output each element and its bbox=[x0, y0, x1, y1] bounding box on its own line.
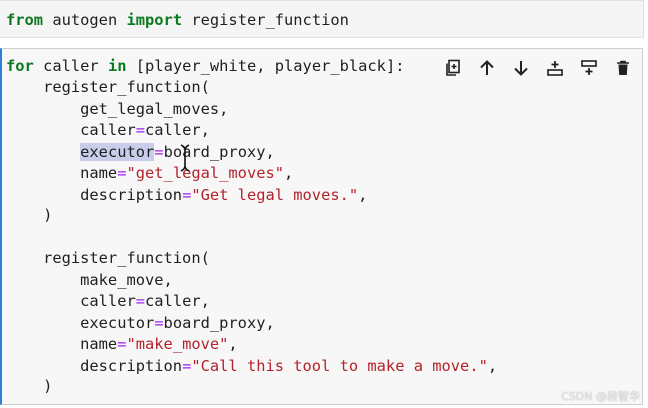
watermark: CSDN @段智华 bbox=[561, 390, 640, 403]
insert-below-button[interactable] bbox=[576, 55, 602, 81]
code-text: caller bbox=[6, 121, 136, 139]
string-literal: "Call this tool to make a move." bbox=[191, 357, 488, 375]
imported-name: register_function bbox=[182, 11, 349, 29]
operator: = bbox=[182, 186, 192, 204]
move-up-button[interactable] bbox=[474, 55, 500, 81]
code-text: caller bbox=[33, 57, 108, 75]
import-line: from autogen import register_function bbox=[6, 10, 349, 31]
import-cell[interactable]: from autogen import register_function bbox=[0, 0, 644, 38]
code-line-1: for caller in [player_white, player_blac… bbox=[6, 56, 404, 77]
insert-below-icon bbox=[581, 60, 597, 75]
keyword-for: for bbox=[6, 57, 34, 75]
keyword-from: from bbox=[6, 11, 44, 29]
insert-above-icon bbox=[547, 61, 563, 76]
code-text: caller, bbox=[145, 292, 210, 310]
code-text: , bbox=[228, 335, 238, 353]
string-literal: "make_move" bbox=[126, 335, 229, 353]
code-text: , bbox=[284, 164, 294, 182]
code-line-4: caller=caller, bbox=[6, 120, 210, 141]
code-line-12: caller=caller, bbox=[6, 291, 210, 312]
keyword-in: in bbox=[107, 57, 127, 75]
delete-cell-button[interactable] bbox=[610, 55, 636, 81]
code-line-5: executor=board_proxy, bbox=[6, 142, 275, 163]
duplicate-icon bbox=[446, 59, 460, 76]
keyword-import: import bbox=[126, 11, 183, 29]
code-text: caller bbox=[6, 292, 136, 310]
operator: = bbox=[182, 357, 192, 375]
operator: = bbox=[154, 314, 164, 332]
operator: = bbox=[154, 143, 164, 161]
code-text: , bbox=[358, 186, 368, 204]
code-text: name bbox=[6, 335, 118, 353]
code-text: description bbox=[6, 357, 183, 375]
operator: = bbox=[135, 121, 146, 139]
arrow-up-icon bbox=[480, 60, 494, 75]
selected-text: executor bbox=[80, 143, 155, 161]
code-line-7: description="Get legal moves.", bbox=[6, 185, 367, 206]
string-literal: "get_legal_moves" bbox=[126, 164, 285, 182]
code-line-3: get_legal_moves, bbox=[6, 100, 229, 118]
cell-toolbar bbox=[440, 55, 636, 81]
code-text: executor bbox=[6, 314, 155, 332]
code-line-13: executor=board_proxy, bbox=[6, 313, 275, 334]
code-line-16: ) bbox=[6, 377, 53, 395]
module-name: autogen bbox=[43, 11, 127, 29]
arrow-down-icon bbox=[514, 61, 528, 76]
duplicate-cell-button[interactable] bbox=[440, 55, 466, 81]
code-line-10: register_function( bbox=[6, 249, 210, 267]
code-text: , bbox=[487, 357, 498, 375]
code-line-11: make_move, bbox=[6, 271, 173, 289]
code-line-14: name="make_move", bbox=[6, 334, 238, 355]
move-down-button[interactable] bbox=[508, 55, 534, 81]
code-text: caller, bbox=[145, 121, 210, 139]
insert-above-button[interactable] bbox=[542, 55, 568, 81]
code-text: [player_white, player_black]: bbox=[126, 57, 405, 75]
operator: = bbox=[135, 292, 146, 310]
code-line-8: ) bbox=[6, 206, 53, 224]
code-text: board_proxy, bbox=[163, 314, 275, 332]
code-text: description bbox=[6, 186, 183, 204]
code-text: name bbox=[6, 164, 118, 182]
code-line-6: name="get_legal_moves", bbox=[6, 163, 293, 184]
string-literal: "Get legal moves." bbox=[191, 186, 359, 204]
trash-icon bbox=[617, 60, 629, 75]
text-cursor-icon bbox=[180, 144, 190, 172]
code-line-15: description="Call this tool to make a mo… bbox=[6, 356, 497, 377]
code-line-2: register_function( bbox=[6, 78, 210, 96]
